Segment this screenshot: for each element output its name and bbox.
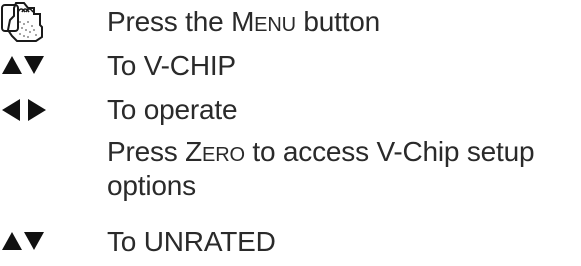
hand-pressing-remote-icon xyxy=(0,2,58,42)
step-press-menu: Press the Menu button xyxy=(0,2,581,42)
step-text-prefix: Press xyxy=(107,136,186,167)
step-text: To V-CHIP xyxy=(107,50,236,81)
menu-keyword: Menu xyxy=(231,6,296,37)
zero-keyword: Zero xyxy=(185,136,245,167)
step-to-unrated: To UNRATED xyxy=(0,222,581,262)
up-down-arrows-icon xyxy=(0,222,58,262)
step-text: Press the Menu button xyxy=(107,2,380,42)
step-text: To UNRATED xyxy=(107,226,276,257)
step-text-suffix: button xyxy=(295,6,381,37)
left-right-arrows-icon xyxy=(0,90,58,130)
step-text: To operate xyxy=(107,94,238,125)
step-text: Press Zero to access V-Chip setup option… xyxy=(107,135,567,203)
step-text-prefix: Press the xyxy=(107,6,232,37)
step-to-vchip: To V-CHIP xyxy=(0,46,581,86)
up-down-arrows-icon xyxy=(0,46,58,86)
step-to-operate: To operate xyxy=(0,90,581,130)
step-press-zero: Press Zero to access V-Chip setup option… xyxy=(0,133,581,213)
